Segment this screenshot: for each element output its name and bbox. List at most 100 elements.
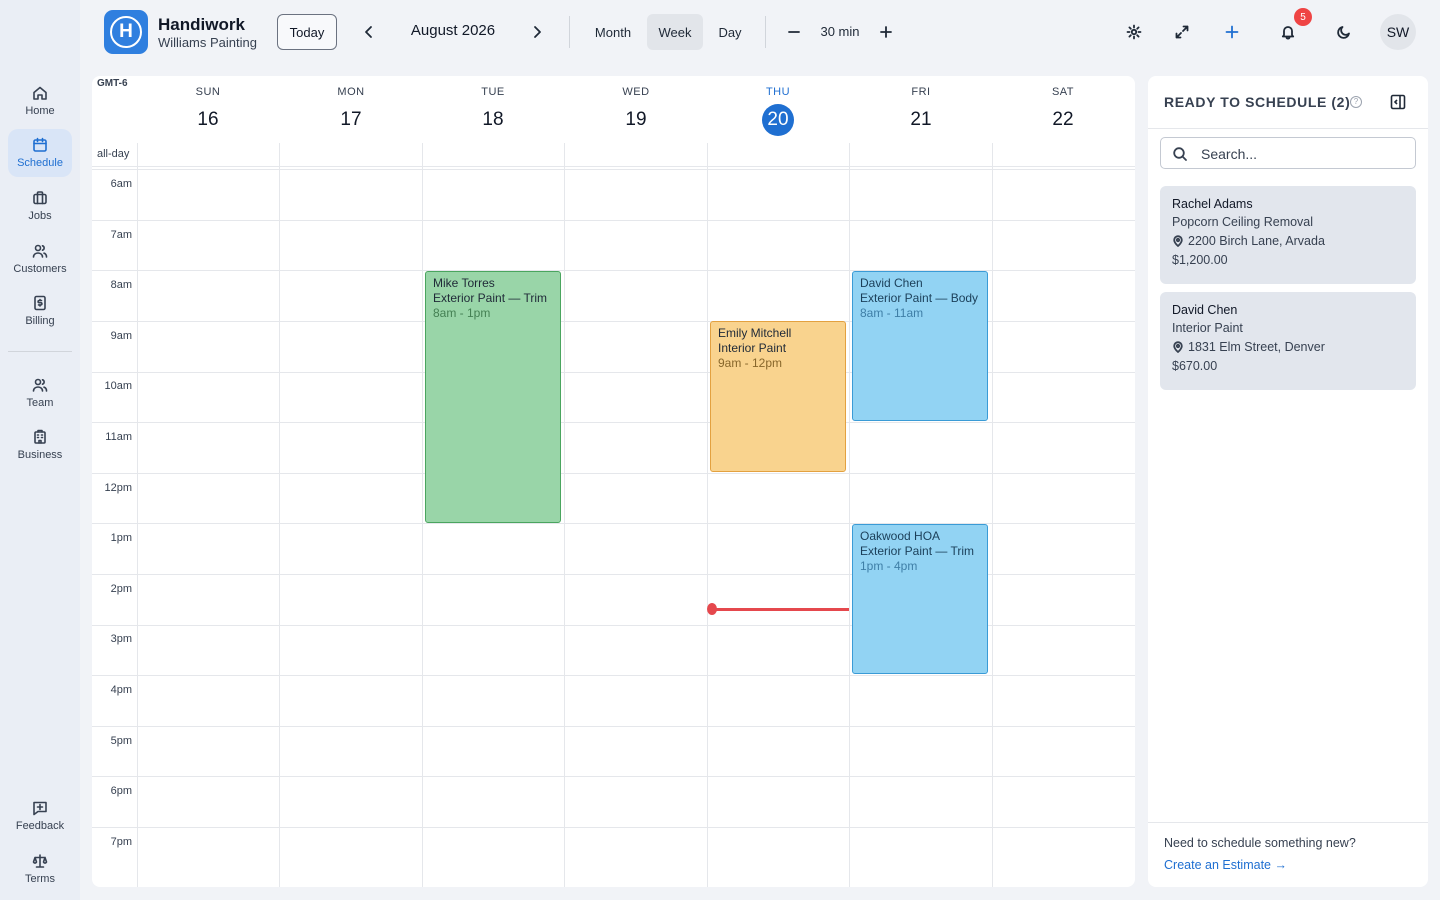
sidebar-item-team[interactable]: Team bbox=[8, 369, 72, 417]
day-header-fri[interactable]: FRI 21 bbox=[850, 86, 992, 136]
day-header-tue[interactable]: TUE 18 bbox=[422, 86, 564, 136]
view-month-button[interactable]: Month bbox=[585, 14, 641, 50]
event-time: 1pm - 4pm bbox=[860, 559, 918, 573]
panel-title: READY TO SCHEDULE (2) bbox=[1164, 94, 1351, 110]
location-pin-icon bbox=[1173, 341, 1183, 353]
panel-search[interactable] bbox=[1160, 137, 1416, 169]
theme-toggle-button[interactable] bbox=[1330, 18, 1358, 46]
sidebar-item-label: Customers bbox=[13, 263, 67, 275]
month-label: August 2026 bbox=[410, 22, 496, 39]
day-number: 18 bbox=[482, 109, 504, 130]
hour-label: 7pm bbox=[110, 836, 132, 848]
card-job: Popcorn Ceiling Removal bbox=[1172, 215, 1314, 229]
today-button[interactable]: Today bbox=[277, 14, 337, 50]
next-week-button[interactable] bbox=[523, 18, 551, 46]
hour-label: 4pm bbox=[110, 684, 132, 696]
brand-logo[interactable]: H bbox=[104, 10, 148, 54]
sidebar-item-schedule[interactable]: Schedule bbox=[8, 129, 72, 177]
day-header-thu[interactable]: THU 20 bbox=[707, 86, 849, 136]
event-customer: Oakwood HOA bbox=[860, 529, 941, 543]
building-icon bbox=[34, 429, 46, 444]
calendar-icon bbox=[33, 137, 47, 152]
bell-icon bbox=[1281, 26, 1295, 40]
minus-icon bbox=[788, 31, 800, 33]
sidebar-item-business[interactable]: Business bbox=[8, 421, 72, 469]
view-week-button[interactable]: Week bbox=[647, 14, 703, 50]
day-number: 21 bbox=[910, 109, 932, 130]
event-time: 8am - 11am bbox=[860, 306, 924, 320]
add-button[interactable] bbox=[1218, 18, 1246, 46]
avatar[interactable]: SW bbox=[1380, 14, 1416, 50]
event-mike-torres[interactable]: Mike Torres Exterior Paint — Trim 8am - … bbox=[425, 271, 561, 523]
hour-label: 9am bbox=[110, 330, 132, 342]
sidebar-item-feedback[interactable]: Feedback bbox=[8, 792, 72, 840]
decrease-interval-button[interactable] bbox=[780, 18, 808, 46]
sidebar-item-terms[interactable]: Terms bbox=[8, 845, 72, 893]
expand-icon bbox=[1175, 25, 1189, 39]
sidebar-item-jobs[interactable]: Jobs bbox=[8, 182, 72, 230]
sidebar-item-billing[interactable]: Billing bbox=[8, 287, 72, 335]
fullscreen-button[interactable] bbox=[1168, 18, 1196, 46]
card-address-row: 2200 Birch Lane, Arvada bbox=[1172, 234, 1404, 248]
location-pin-icon bbox=[1173, 235, 1183, 247]
day-header-sat[interactable]: SAT 22 bbox=[992, 86, 1134, 136]
scale-icon bbox=[32, 854, 48, 868]
timezone-label: GMT-6 bbox=[97, 78, 128, 89]
day-name: WED bbox=[622, 86, 650, 98]
search-input[interactable] bbox=[1201, 144, 1401, 164]
day-header-wed[interactable]: WED 19 bbox=[565, 86, 707, 136]
sidebar-item-label: Business bbox=[17, 449, 63, 461]
event-time: 9am - 12pm bbox=[718, 356, 783, 370]
event-service: Exterior Paint — Trim bbox=[433, 291, 548, 305]
hour-line bbox=[92, 776, 1135, 777]
plus-icon bbox=[1225, 25, 1239, 39]
event-service: Exterior Paint — Trim bbox=[860, 544, 975, 558]
chevron-right-icon bbox=[534, 26, 541, 38]
help-icon[interactable]: ? bbox=[1350, 96, 1362, 108]
previous-week-button[interactable] bbox=[355, 18, 383, 46]
card-customer: Rachel Adams bbox=[1172, 197, 1253, 211]
event-david-chen[interactable]: David Chen Exterior Paint — Body 8am - 1… bbox=[852, 271, 988, 421]
sidebar: Home Schedule Jobs Customers Billing Tea… bbox=[0, 0, 80, 900]
schedule-card-rachel-adams[interactable]: Rachel Adams Popcorn Ceiling Removal 220… bbox=[1160, 186, 1416, 284]
sidebar-item-label: Team bbox=[26, 397, 54, 409]
event-service: Exterior Paint — Body bbox=[860, 291, 979, 305]
card-address: 2200 Birch Lane, Arvada bbox=[1188, 234, 1325, 248]
sidebar-item-label: Schedule bbox=[17, 157, 63, 169]
sidebar-item-customers[interactable]: Customers bbox=[8, 235, 72, 283]
hour-label: 12pm bbox=[104, 482, 132, 494]
sidebar-item-home[interactable]: Home bbox=[8, 77, 72, 125]
event-oakwood-hoa[interactable]: Oakwood HOA Exterior Paint — Trim 1pm - … bbox=[852, 524, 988, 674]
increase-interval-button[interactable] bbox=[872, 18, 900, 46]
ready-to-schedule-panel: READY TO SCHEDULE (2) ? Rachel Adams Pop… bbox=[1148, 76, 1428, 887]
allday-divider bbox=[92, 166, 1135, 170]
day-header-sun[interactable]: SUN 16 bbox=[137, 86, 279, 136]
allday-label: all-day bbox=[97, 148, 130, 160]
dollar-doc-icon bbox=[34, 295, 46, 311]
schedule-card-david-chen[interactable]: David Chen Interior Paint 1831 Elm Stree… bbox=[1160, 292, 1416, 390]
sidebar-divider bbox=[8, 351, 72, 352]
interval-label: 30 min bbox=[820, 24, 860, 39]
day-header-mon[interactable]: MON 17 bbox=[280, 86, 422, 136]
collapse-panel-icon[interactable] bbox=[1388, 92, 1408, 112]
feedback-icon bbox=[33, 801, 47, 816]
event-customer: Mike Torres bbox=[433, 276, 495, 290]
view-day-button[interactable]: Day bbox=[709, 14, 751, 50]
hour-label: 5pm bbox=[110, 735, 132, 747]
home-icon bbox=[33, 86, 47, 100]
hour-label: 3pm bbox=[110, 633, 132, 645]
users-icon bbox=[32, 244, 48, 258]
current-time-indicator bbox=[711, 608, 849, 611]
hour-line bbox=[92, 726, 1135, 727]
panel-footer-text: Need to schedule something new? bbox=[1164, 836, 1356, 850]
card-address-row: 1831 Elm Street, Denver bbox=[1172, 340, 1404, 354]
hour-line bbox=[92, 675, 1135, 676]
card-address: 1831 Elm Street, Denver bbox=[1188, 340, 1325, 354]
card-job: Interior Paint bbox=[1172, 321, 1243, 335]
hour-label: 7am bbox=[110, 229, 132, 241]
event-emily-mitchell[interactable]: Emily Mitchell Interior Paint 9am - 12pm bbox=[710, 321, 846, 472]
settings-button[interactable] bbox=[1120, 18, 1148, 46]
create-estimate-link[interactable]: Create an Estimate → bbox=[1164, 858, 1287, 872]
event-customer: David Chen bbox=[860, 276, 923, 290]
chevron-left-icon bbox=[365, 26, 372, 38]
